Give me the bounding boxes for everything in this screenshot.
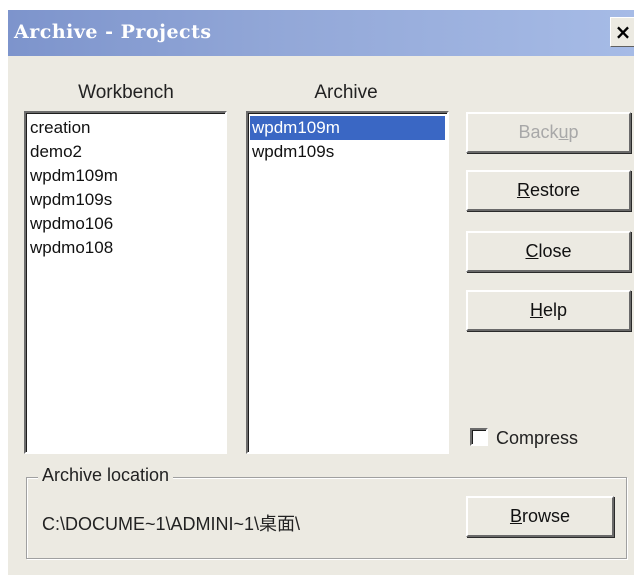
- archive-list[interactable]: wpdm109m wpdm109s: [246, 111, 449, 454]
- title-bar[interactable]: Archive - Projects ×: [8, 10, 634, 56]
- restore-button[interactable]: Restore: [466, 170, 631, 211]
- list-item[interactable]: wpdmo106: [28, 212, 223, 236]
- browse-mnemonic: B: [509, 506, 522, 526]
- compress-label[interactable]: Compress: [496, 428, 578, 449]
- close-button[interactable]: Close: [466, 231, 631, 272]
- list-item[interactable]: demo2: [28, 140, 223, 164]
- workbench-label: Workbench: [78, 82, 174, 103]
- help-label-post: elp: [542, 300, 568, 320]
- archive-projects-dialog: Archive - Projects × Workbench Archive c…: [8, 10, 634, 575]
- list-item[interactable]: wpdm109s: [28, 188, 223, 212]
- list-item[interactable]: wpdmo108: [28, 236, 223, 260]
- help-mnemonic: H: [529, 300, 543, 320]
- close-window-button[interactable]: ×: [610, 17, 634, 47]
- list-item-selected[interactable]: wpdm109m: [250, 116, 445, 140]
- backup-label-pre: Back: [518, 122, 559, 142]
- close-label-post: lose: [538, 241, 572, 261]
- backup-mnemonic: u: [558, 122, 569, 142]
- restore-mnemonic: R: [516, 180, 530, 200]
- archive-location-path: C:\DOCUME~1\ADMINI~1\桌面\: [42, 514, 301, 534]
- backup-label-post: p: [568, 122, 579, 142]
- backup-button[interactable]: Backup: [466, 112, 631, 153]
- compress-checkbox[interactable]: [470, 428, 488, 446]
- close-mnemonic: C: [525, 241, 539, 261]
- browse-button[interactable]: Browse: [466, 496, 614, 537]
- browse-label-post: rowse: [522, 506, 571, 526]
- archive-location-legend: Archive location: [38, 465, 174, 486]
- archive-label: Archive: [314, 82, 378, 103]
- window-title: Archive - Projects: [14, 21, 212, 43]
- list-item[interactable]: wpdm109m: [28, 164, 223, 188]
- help-button[interactable]: Help: [466, 290, 631, 331]
- list-item[interactable]: creation: [28, 116, 223, 140]
- restore-label-post: estore: [529, 180, 581, 200]
- workbench-list[interactable]: creation demo2 wpdm109m wpdm109s wpdmo10…: [24, 111, 227, 454]
- list-item[interactable]: wpdm109s: [250, 140, 445, 164]
